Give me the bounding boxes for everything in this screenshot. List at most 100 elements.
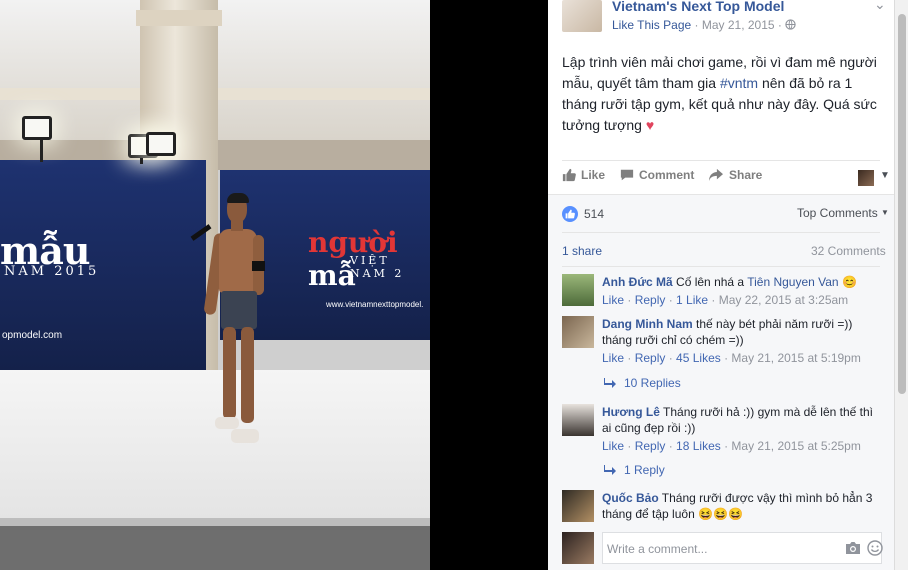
post-meta: Like This Page · May 21, 2015 · <box>612 18 796 32</box>
like-label: Like <box>581 168 606 182</box>
comment-time[interactable]: May 21, 2015 at 5:19pm <box>731 351 860 365</box>
light-stand <box>40 140 43 162</box>
comment-reply-link[interactable]: Reply <box>635 351 666 365</box>
divider <box>562 266 880 267</box>
comment-body: Anh Đức Mã Cố lên nhá a Tiên Nguyen Van … <box>602 274 884 308</box>
figure-hair <box>227 193 249 203</box>
share-count-link[interactable]: 1 share <box>562 244 602 258</box>
avatar[interactable] <box>562 490 594 522</box>
heart-icon: ♥ <box>645 117 655 133</box>
comment-body: Dang Minh Nam thế này bét phải năm rưỡi … <box>602 316 884 366</box>
page-avatar[interactable] <box>562 0 602 32</box>
banner-left-subtitle: NAM 2015 <box>4 264 100 279</box>
replies-count: 1 Reply <box>624 463 665 477</box>
figure-leg <box>223 327 236 419</box>
post-actions: Like Comment Share ▼ <box>562 168 890 190</box>
comment-likes-count[interactable]: 1 Like <box>676 293 708 307</box>
view-replies-link[interactable]: 1 Reply <box>604 463 665 477</box>
comments-section: 514 Top Comments ▼ 1 share 32 Comments A… <box>548 194 894 570</box>
globe-icon <box>785 19 796 30</box>
reply-arrow-icon <box>604 378 616 388</box>
comment-text: Cố lên nhá a <box>676 275 748 289</box>
comment-button[interactable]: Comment <box>620 168 694 182</box>
divider <box>548 194 894 195</box>
light-stand <box>140 158 143 164</box>
comment-sort-label: Top Comments <box>797 206 878 220</box>
hashtag-link[interactable]: #vntm <box>720 75 758 91</box>
commenter-name[interactable]: Dang Minh Nam <box>602 317 693 331</box>
reaction-summary[interactable]: 514 <box>562 206 604 222</box>
avatar <box>562 532 594 564</box>
comment-reply-link[interactable]: Reply <box>635 439 666 453</box>
like-reaction-icon <box>562 206 578 222</box>
commenter-name[interactable]: Hương Lê <box>602 405 660 419</box>
divider <box>562 160 880 161</box>
chevron-down-icon[interactable]: ⌄ <box>874 0 886 13</box>
comment-meta: Like · Reply · 1 Like · May 22, 2015 at … <box>602 293 849 307</box>
comment-text-line: Hương Lê Tháng rưỡi hả :)) gym mà dễ lên… <box>602 404 884 436</box>
like-count: 514 <box>584 207 605 221</box>
photo-viewer-backdrop <box>430 0 548 570</box>
share-as-avatar[interactable] <box>858 170 874 186</box>
comment-like-link[interactable]: Like <box>602 293 624 307</box>
caret-down-icon: ▼ <box>881 208 889 217</box>
comment-text-line: Dang Minh Nam thế này bét phải năm rưỡi … <box>602 316 884 348</box>
write-comment-input[interactable]: Write a comment... <box>602 532 883 564</box>
tagged-user-link[interactable]: Tiên Nguyen Van <box>747 275 838 289</box>
banner-left-url: opmodel.com <box>2 330 63 341</box>
banner-right-title-white: mẫ <box>308 259 356 292</box>
comment-body: Hương Lê Tháng rưỡi hả :)) gym mà dễ lên… <box>602 404 884 454</box>
avatar[interactable] <box>562 316 594 348</box>
reply-arrow-icon <box>604 465 616 475</box>
banner-right-url: www.vietnamnexttopmodel. <box>326 300 424 309</box>
scrollbar[interactable] <box>894 0 908 570</box>
comment-time[interactable]: May 21, 2015 at 5:25pm <box>731 439 860 453</box>
comment-text-line: Anh Đức Mã Cố lên nhá a Tiên Nguyen Van … <box>602 274 884 290</box>
share-label: Share <box>729 168 763 182</box>
commenter-name[interactable]: Anh Đức Mã <box>602 275 673 289</box>
figure-shorts <box>221 291 257 329</box>
post-header: Vietnam's Next Top Model Like This Page … <box>548 0 894 40</box>
studio-light <box>146 132 176 156</box>
comment-meta: Like · Reply · 18 Likes · May 21, 2015 a… <box>602 439 861 453</box>
comment-count-link[interactable]: 32 Comments <box>811 244 886 258</box>
photo-stage-edge <box>0 518 430 526</box>
like-button[interactable]: Like <box>562 168 605 182</box>
comment-label: Comment <box>639 168 695 182</box>
comment-placeholder: Write a comment... <box>607 542 708 556</box>
comment-composer: Write a comment... <box>562 532 883 566</box>
post-photo[interactable]: mẫu NAM 2015 opmodel.com người mẫ VIỆT N… <box>0 0 430 570</box>
comment-time[interactable]: May 22, 2015 at 3:25am <box>719 293 848 307</box>
post-message: Lập trình viên mải chơi game, rồi vì đam… <box>562 52 882 136</box>
view-replies-link[interactable]: 10 Replies <box>604 376 681 390</box>
figure-shoe <box>215 417 239 429</box>
figure-shoe <box>231 429 259 443</box>
meta-separator: · <box>694 18 702 32</box>
post-sidebar: Vietnam's Next Top Model Like This Page … <box>548 0 894 570</box>
comment-likes-count[interactable]: 45 Likes <box>676 351 721 365</box>
post-date[interactable]: May 21, 2015 <box>702 18 775 32</box>
photo-pillar-cap <box>136 10 222 26</box>
photo-floor <box>0 526 430 570</box>
commenter-name[interactable]: Quốc Bảo <box>602 491 659 505</box>
comment-likes-count[interactable]: 18 Likes <box>676 439 721 453</box>
figure-leg <box>241 327 254 423</box>
comment-like-link[interactable]: Like <box>602 351 624 365</box>
avatar[interactable] <box>562 274 594 306</box>
emoji-icon[interactable] <box>867 540 883 556</box>
comment-meta: Like · Reply · 45 Likes · May 21, 2015 a… <box>602 351 861 365</box>
studio-light <box>22 116 52 140</box>
like-page-link[interactable]: Like This Page <box>612 18 691 32</box>
page-name-link[interactable]: Vietnam's Next Top Model <box>612 0 784 14</box>
camera-icon[interactable] <box>845 541 861 555</box>
comment-like-link[interactable]: Like <box>602 439 624 453</box>
scrollbar-thumb[interactable] <box>898 14 906 394</box>
caret-down-icon[interactable]: ▼ <box>880 170 890 181</box>
meta-separator: · <box>777 18 786 32</box>
comment-sort-dropdown[interactable]: Top Comments ▼ <box>797 206 889 220</box>
figure-armband <box>252 261 265 271</box>
share-button[interactable]: Share <box>708 168 762 182</box>
comment-reply-link[interactable]: Reply <box>635 293 666 307</box>
avatar[interactable] <box>562 404 594 436</box>
comment-icon <box>620 169 634 181</box>
